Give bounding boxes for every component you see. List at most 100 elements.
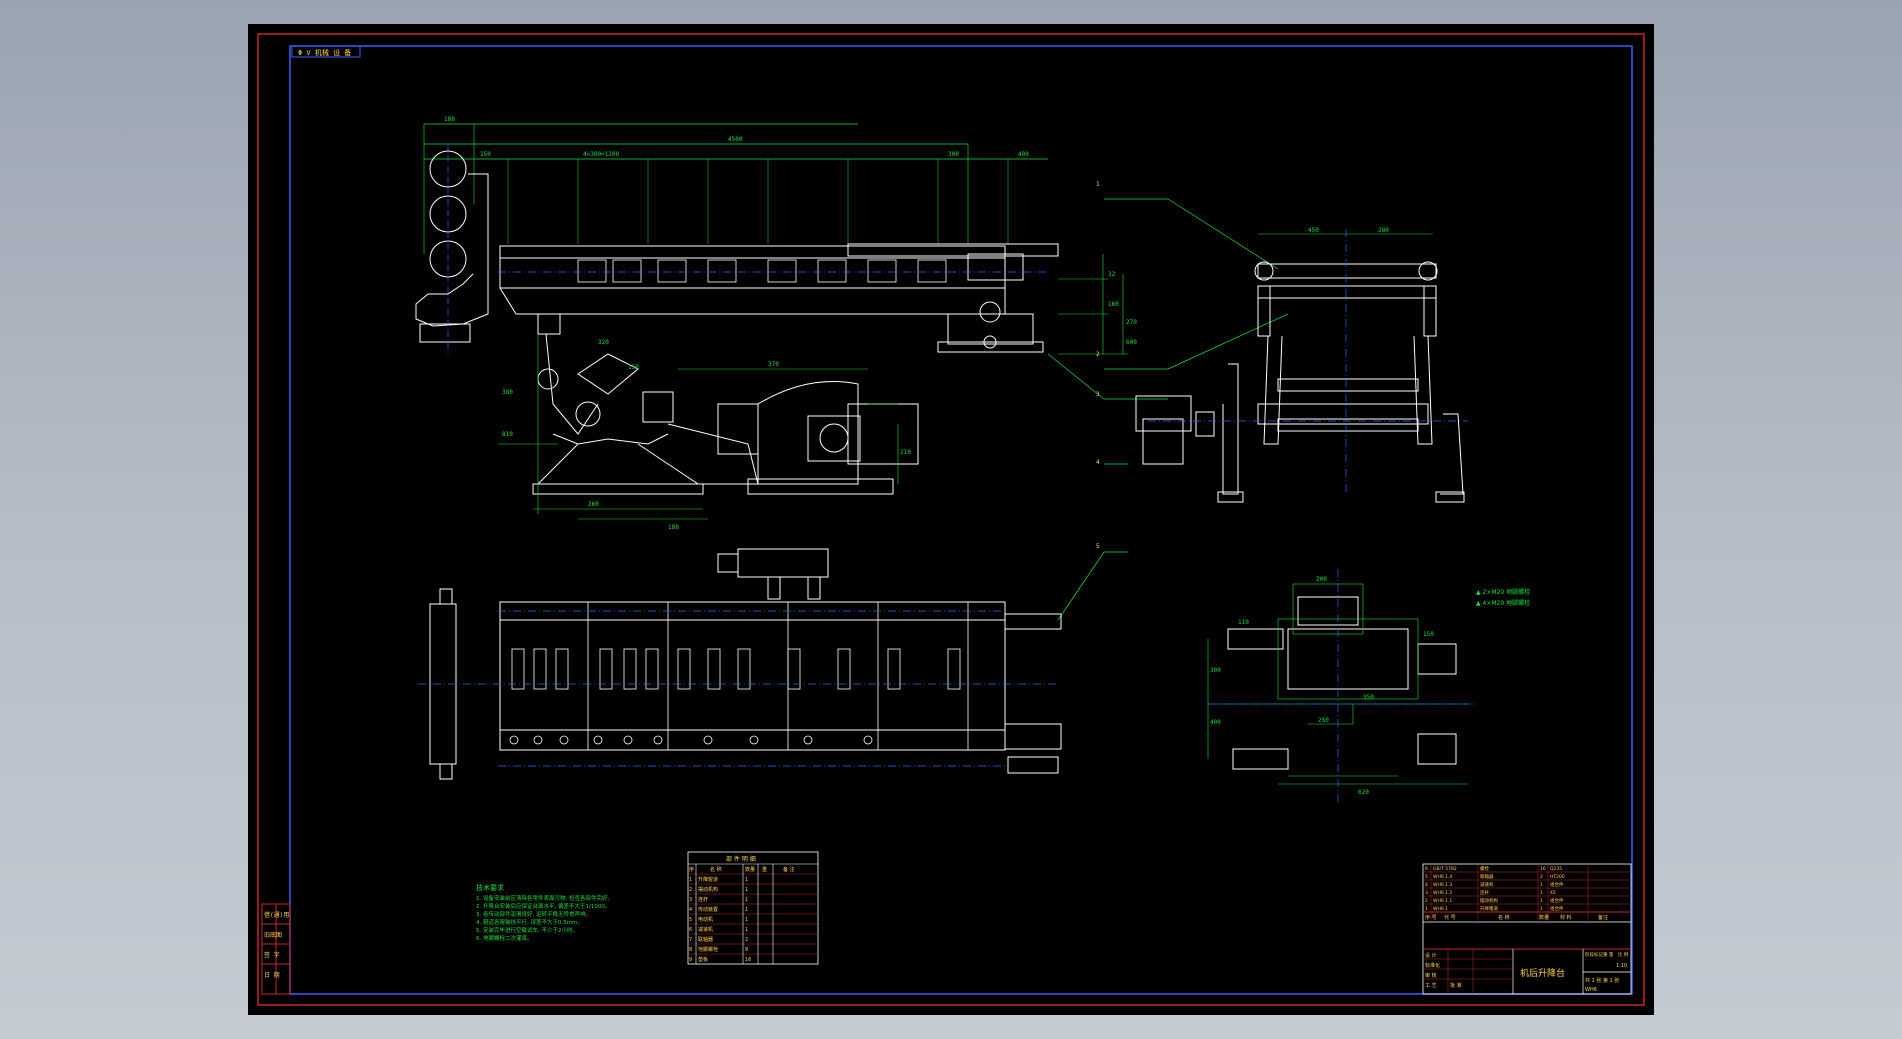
dim-lower-1: 320 bbox=[598, 339, 609, 346]
parts-cell: 1 bbox=[745, 927, 748, 933]
tech-req-line-6: 6. 地脚螺栓二次灌浆。 bbox=[476, 934, 533, 942]
parts-cell: 6 bbox=[689, 927, 692, 933]
stamp-3: 签 字 bbox=[264, 951, 280, 959]
parts-cell: 1 bbox=[745, 917, 748, 923]
parts-header-0: 序 bbox=[689, 866, 694, 873]
title-block-cell: 3 bbox=[1425, 890, 1428, 896]
dim-fnd-2: 110 bbox=[1238, 619, 1249, 626]
title-block-cell: 螺栓 bbox=[1480, 865, 1489, 872]
parts-cell: 8 bbox=[689, 947, 692, 953]
dim-fnd-4: 300 bbox=[1210, 667, 1221, 674]
title-block-cell: 2 bbox=[1425, 898, 1428, 904]
dim-right-3: 270 bbox=[1126, 319, 1137, 326]
tb-header-0: 序 号 bbox=[1425, 914, 1437, 921]
title-block-cell: 4 bbox=[1425, 882, 1428, 888]
dim-fnd-5: 400 bbox=[1210, 719, 1221, 726]
dim-top-2: 4500 bbox=[728, 136, 743, 143]
parts-cell: 1 bbox=[745, 877, 748, 883]
title-block-cell: 组合件 bbox=[1550, 897, 1564, 904]
dim-right-2: 160 bbox=[1108, 301, 1119, 308]
dim-right-4: 600 bbox=[1126, 339, 1137, 346]
title-block-cell: HT200 bbox=[1550, 874, 1565, 880]
tb-design-3: 工 艺 bbox=[1425, 983, 1437, 989]
callout-3: 3 bbox=[1096, 391, 1100, 398]
side-view: 1 2 3 4 450 280 bbox=[1047, 181, 1468, 503]
ref-box-label: Φ V 机械 设 备 bbox=[298, 48, 351, 57]
parts-cell: 联轴器 bbox=[698, 936, 713, 943]
parts-cell: 7 bbox=[689, 937, 692, 943]
title-block-cell: 1 bbox=[1540, 890, 1543, 896]
parts-cell: 摆动机构 bbox=[698, 886, 718, 893]
title-block-cell: 升降辊道 bbox=[1480, 905, 1498, 912]
parts-list-title: 部 件 明 细 bbox=[726, 855, 756, 863]
parts-cell: 4 bbox=[689, 907, 692, 913]
tech-req-line-3: 3. 各传动部件润滑良好, 运转平稳无异常声响。 bbox=[476, 910, 591, 918]
title-block-cell: WH6.1.2 bbox=[1433, 890, 1452, 896]
parts-cell: 1 bbox=[745, 887, 748, 893]
parts-header-2: 数量 bbox=[745, 866, 755, 873]
title-block-cell: 2 bbox=[1540, 874, 1543, 880]
dim-top-1: 180 bbox=[444, 116, 455, 123]
callout-5: 5 bbox=[1096, 543, 1100, 550]
parts-cell: 升降辊道 bbox=[698, 876, 718, 883]
title-block-cell: 1 bbox=[1425, 906, 1428, 912]
tech-req-line-4: 4. 辊道各辊轴线平行, 误差不大于0.5mm。 bbox=[476, 918, 583, 926]
tech-requirements: 技术要求 1. 设备安装前应清除各零件表面污物, 检查各部件完好。 2. 升降台… bbox=[476, 883, 613, 942]
tb-design-2: 审 核 bbox=[1425, 972, 1437, 979]
parts-cell: 地脚螺栓 bbox=[698, 946, 718, 953]
callout-1: 1 bbox=[1096, 181, 1100, 188]
tb-header-2: 名 称 bbox=[1498, 914, 1510, 921]
title-block-cell: 减速机 bbox=[1480, 881, 1494, 888]
tb-code: WH6 bbox=[1585, 987, 1597, 993]
parts-cell: 电动机 bbox=[698, 916, 713, 923]
dim-fnd-8: 250 bbox=[1318, 717, 1329, 724]
plan-view: 5 bbox=[418, 543, 1128, 780]
foundation-note-1: ▲ 2×M20 地脚螺栓 bbox=[1476, 588, 1530, 596]
parts-list-table: 部 件 明 细 序 名 称 数量 重 备 注 1 升降辊道 1 2 摆动机构 1 3 连杆 1 4… bbox=[687, 851, 819, 965]
title-block-cell: WH6.1.4 bbox=[1433, 874, 1452, 880]
title-block-cell: 1 bbox=[1540, 906, 1543, 912]
dim-bottom-1: 260 bbox=[588, 501, 599, 508]
tb-header-5: 备注 bbox=[1598, 914, 1608, 921]
dim-top-3: 150 bbox=[480, 151, 491, 158]
title-block-cell: 摆动机构 bbox=[1480, 897, 1498, 904]
inner-frame bbox=[289, 45, 1633, 995]
front-elevation-view: 180 4500 150 4×300=1200 300 400 32 160 2… bbox=[415, 116, 1137, 531]
title-block-cell: 联轴器 bbox=[1480, 873, 1494, 880]
stamp-4: 日 期 bbox=[264, 971, 280, 979]
dim-lower-3: 370 bbox=[768, 361, 779, 368]
tb-header-4: 材 料 bbox=[1560, 914, 1572, 921]
tb-design-4: 批 准 bbox=[1450, 982, 1462, 989]
parts-header-3: 重 bbox=[762, 866, 767, 873]
parts-cell: 1 bbox=[745, 907, 748, 913]
dim-fnd-6: 350 bbox=[1363, 694, 1374, 701]
drawing-viewport[interactable]: Φ V 机械 设 备 借(通)用 旧底图 签 字 日 期 180 4500 15… bbox=[248, 24, 1654, 1015]
title-block-cell: WH6.1.1 bbox=[1433, 898, 1452, 904]
tb-stage-2: 比 例 bbox=[1618, 951, 1629, 958]
title-block-cell: 连杆 bbox=[1480, 889, 1489, 896]
title-block-cell: 1 bbox=[1540, 898, 1543, 904]
title-block-cell: 5 bbox=[1425, 874, 1428, 880]
parts-cell: 9 bbox=[689, 957, 692, 963]
tech-req-line-5: 5. 安装完毕进行空载试车, 不少于2小时。 bbox=[476, 926, 578, 934]
parts-header-4: 备 注 bbox=[783, 866, 795, 873]
title-block-cell: 组合件 bbox=[1550, 881, 1564, 888]
drawing-name: 机后升降台 bbox=[1520, 967, 1565, 979]
title-block: 6 GB/T 5782 螺栓 16 Q235 5 WH6.1.4 联轴器 2 HT200 4 WH6.… bbox=[1422, 863, 1632, 995]
parts-header-1: 名 称 bbox=[710, 866, 722, 873]
dim-lower-2: 150 bbox=[628, 364, 639, 371]
title-block-cell: GB/T 5782 bbox=[1433, 866, 1457, 872]
left-stamp: 借(通)用 旧底图 签 字 日 期 bbox=[261, 903, 291, 995]
parts-cell: 5 bbox=[689, 917, 692, 923]
cad-drawing-canvas[interactable]: Φ V 机械 设 备 借(通)用 旧底图 签 字 日 期 180 4500 15… bbox=[248, 24, 1654, 1015]
parts-cell: 1 bbox=[745, 897, 748, 903]
parts-cell: 垫板 bbox=[698, 956, 708, 963]
outer-frame bbox=[257, 33, 1645, 1006]
title-block-cell: 1 bbox=[1540, 882, 1543, 888]
tb-stage-0: 阶段标记 bbox=[1585, 951, 1603, 958]
tech-req-line-1: 1. 设备安装前应清除各零件表面污物, 检查各部件完好。 bbox=[476, 894, 613, 902]
parts-cell: 16 bbox=[745, 957, 751, 963]
parts-cell: 2 bbox=[689, 887, 692, 893]
tb-header-1: 代 号 bbox=[1444, 914, 1456, 921]
foundation-plan: 200 110 150 300 400 350 620 250 ▲ 2×M20 … bbox=[1207, 569, 1530, 804]
